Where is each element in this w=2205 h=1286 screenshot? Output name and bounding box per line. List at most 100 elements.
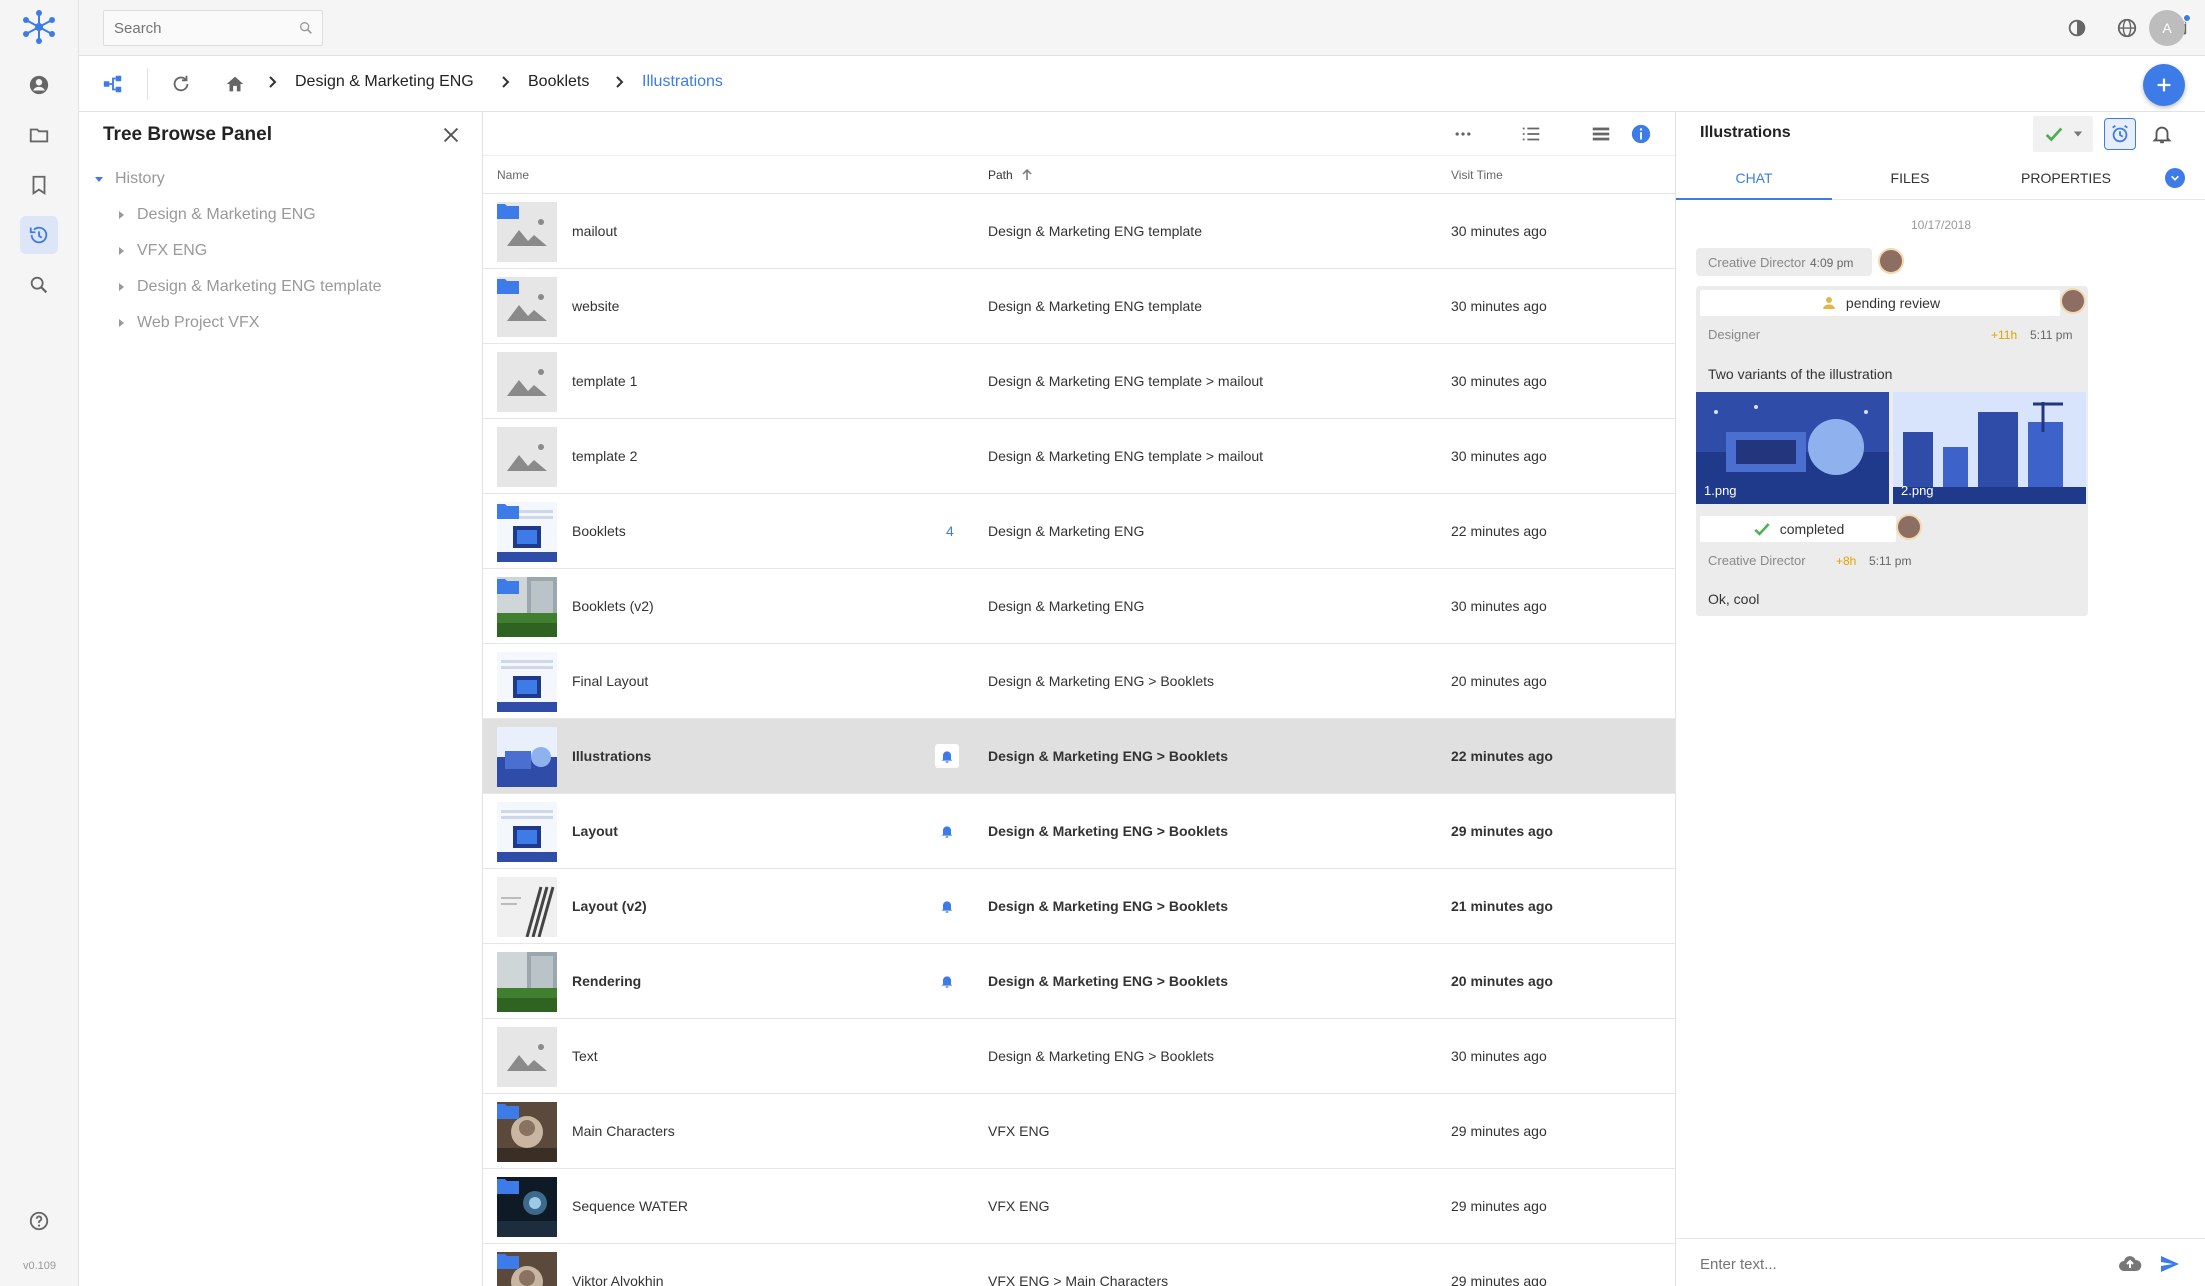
chat-message: Creative Director 4:09 pm [1696, 248, 1872, 276]
table-row[interactable]: Text Design & Marketing ENG > Booklets 30 … [483, 1019, 1675, 1094]
message-author: Creative Director [1708, 255, 1806, 270]
panel-title: Tree Browse Panel [103, 124, 272, 145]
refresh-icon[interactable] [167, 70, 195, 98]
chat-date: 10/17/2018 [1910, 218, 1972, 232]
globe-icon[interactable] [2113, 14, 2141, 42]
table-row[interactable]: Illustrations Design & Marketing ENG > Bo… [483, 719, 1675, 794]
caret-down-icon[interactable] [93, 173, 105, 185]
table-row[interactable]: Sequence WATER VFX ENG 29 minutes ago [483, 1169, 1675, 1244]
item-path: Design & Marketing ENG > Booklets [988, 898, 1228, 914]
info-icon[interactable] [1627, 120, 1655, 148]
item-name: Layout (v2) [572, 898, 647, 914]
column-path[interactable]: Path [988, 168, 1013, 182]
item-name: Illustrations [572, 748, 652, 764]
table-row[interactable]: Rendering Design & Marketing ENG > Bookle… [483, 944, 1675, 1019]
sort-up-icon[interactable] [1020, 168, 1034, 182]
list-header: Name Path Visit Time [483, 156, 1675, 194]
left-rail: v0.109 [0, 0, 79, 1286]
bell-icon[interactable] [935, 744, 959, 768]
chat-message: completed Creative Director +8h 5:11 pm … [1696, 512, 1924, 616]
list-toolbar [483, 112, 1675, 156]
plus-icon [2157, 78, 2171, 92]
profile-icon[interactable] [20, 66, 58, 104]
tab-chat[interactable]: CHAT [1676, 156, 1832, 200]
bell-icon[interactable] [2146, 118, 2178, 150]
upload-cloud-icon[interactable] [2117, 1251, 2143, 1277]
table-row[interactable]: Main Characters VFX ENG 29 minutes ago [483, 1094, 1675, 1169]
caret-right-icon[interactable] [115, 281, 127, 293]
contrast-icon[interactable] [2063, 14, 2091, 42]
status-dropdown[interactable] [2033, 116, 2093, 152]
help-icon[interactable] [20, 1202, 58, 1240]
folder-icon [497, 1254, 519, 1269]
tab-files[interactable]: FILES [1832, 156, 1988, 200]
search-icon[interactable] [20, 266, 58, 304]
item-path: Design & Marketing ENG > Booklets [988, 673, 1215, 689]
thumbnail [497, 877, 557, 937]
top-bar: A [79, 0, 2205, 56]
message-text: Ok, cool [1708, 591, 1760, 607]
folder-icon [497, 279, 519, 294]
user-avatar[interactable]: A [2149, 10, 2185, 46]
table-row[interactable]: template 1 Design & Marketing ENG templat… [483, 344, 1675, 419]
table-row[interactable]: Booklets (v2) Design & Marketing ENG 30 mi… [483, 569, 1675, 644]
table-row[interactable]: Final Layout Design & Marketing ENG > Boo… [483, 644, 1675, 719]
send-icon[interactable] [2157, 1251, 2183, 1277]
attachment-thumbnail[interactable]: 1.png [1696, 392, 1889, 504]
close-icon[interactable] [438, 122, 464, 148]
history-icon[interactable] [20, 216, 58, 254]
tab-properties[interactable]: PROPERTIES [1988, 156, 2144, 200]
table-row[interactable]: Layout (v2) Design & Marketing ENG > Book… [483, 869, 1675, 944]
table-row[interactable]: mailout Design & Marketing ENG template 30… [483, 194, 1675, 269]
tree-item[interactable]: Design & Marketing ENG template [115, 272, 382, 302]
item-name: website [572, 298, 620, 314]
tree-item-history[interactable]: History [93, 164, 165, 194]
chevron-down-icon[interactable] [2165, 168, 2185, 188]
tree-item[interactable]: VFX ENG [115, 236, 207, 266]
table-row[interactable]: Layout Design & Marketing ENG > Booklets 2… [483, 794, 1675, 869]
caret-right-icon[interactable] [115, 209, 127, 221]
caret-right-icon[interactable] [115, 245, 127, 257]
tree-item[interactable]: Design & Marketing ENG [115, 200, 316, 230]
list-view-icon[interactable] [1587, 120, 1615, 148]
app-logo-icon[interactable] [20, 8, 58, 46]
search-box[interactable] [103, 10, 323, 46]
item-path: Design & Marketing ENG > Booklets [988, 823, 1228, 839]
bell-icon[interactable] [935, 969, 959, 993]
more-icon[interactable] [1449, 120, 1477, 148]
sort-list-icon[interactable] [1517, 120, 1545, 148]
breadcrumb-item[interactable]: Booklets [528, 73, 589, 91]
item-visit-time: 21 minutes ago [1451, 898, 1553, 914]
alarm-icon[interactable] [2104, 118, 2136, 150]
folder-icon[interactable] [20, 116, 58, 154]
item-path: Design & Marketing ENG template [988, 298, 1202, 314]
table-row[interactable]: template 2 Design & Marketing ENG templat… [483, 419, 1675, 494]
message-input[interactable] [1700, 1251, 2080, 1277]
add-button[interactable] [2143, 64, 2185, 106]
tree-toggle-icon[interactable] [99, 70, 127, 98]
attachment-thumbnail[interactable]: 2.png [1893, 392, 2086, 504]
bell-icon[interactable] [935, 819, 959, 843]
item-path: Design & Marketing ENG [988, 598, 1145, 614]
thumbnail [497, 1027, 557, 1087]
item-name: Booklets [572, 523, 626, 539]
item-name: Booklets (v2) [572, 598, 654, 614]
caret-right-icon[interactable] [115, 317, 127, 329]
tree-item[interactable]: Web Project VFX [115, 308, 259, 338]
breadcrumb-item[interactable]: Design & Marketing ENG [295, 73, 474, 91]
bell-icon[interactable] [935, 894, 959, 918]
item-path: Design & Marketing ENG > Booklets [988, 748, 1228, 764]
table-row[interactable]: Viktor Alyokhin VFX ENG > Main Characters… [483, 1244, 1675, 1286]
column-visit-time[interactable]: Visit Time [1451, 168, 1503, 182]
column-name[interactable]: Name [497, 168, 529, 182]
divider [147, 68, 148, 100]
home-icon[interactable] [221, 70, 249, 98]
table-row[interactable]: website Design & Marketing ENG template 30… [483, 269, 1675, 344]
table-row[interactable]: Booklets 4 Design & Marketing ENG 22 minute… [483, 494, 1675, 569]
check-icon [2045, 127, 2063, 142]
item-visit-time: 20 minutes ago [1451, 973, 1553, 989]
nav-bar: Design & Marketing ENG Booklets Illustra… [79, 56, 2205, 112]
search-input[interactable] [104, 11, 284, 45]
item-visit-time: 29 minutes ago [1451, 823, 1553, 839]
bookmark-icon[interactable] [20, 166, 58, 204]
